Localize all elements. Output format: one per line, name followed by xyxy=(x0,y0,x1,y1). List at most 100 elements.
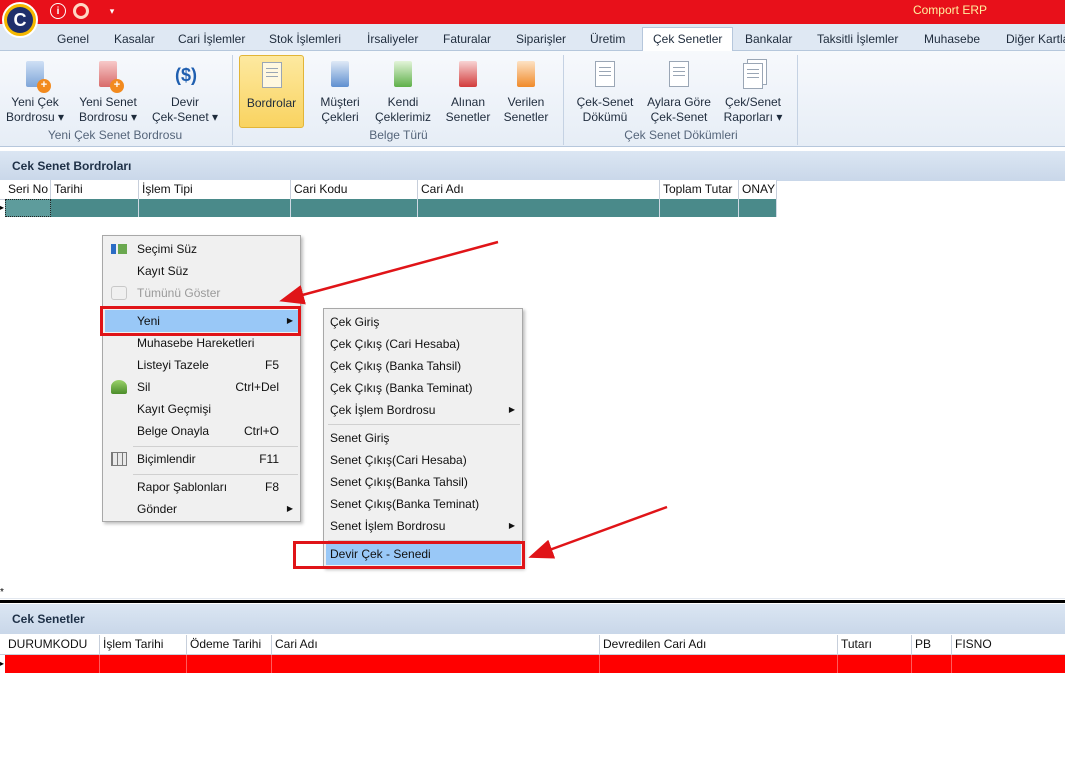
submenu-arrow-icon: ▶ xyxy=(508,405,515,414)
submenu-item-senet-cikis-cari-hesaba[interactable]: Senet Çıkış(Cari Hesaba) xyxy=(326,449,521,471)
app-logo-button[interactable]: C xyxy=(2,2,38,38)
tab-cek-senetler[interactable]: Çek Senetler xyxy=(642,27,734,52)
help-icon[interactable] xyxy=(73,3,89,19)
devir-cek-senet-button[interactable]: ($) Devir Çek-Senet ▾ xyxy=(150,55,220,125)
tab-genel[interactable]: Genel xyxy=(57,28,89,51)
table-cell[interactable] xyxy=(418,199,660,217)
yeni-senet-bordrosu-button[interactable]: + Yeni Senet Bordrosu ▾ xyxy=(76,55,140,125)
tab-taksitli-islemler[interactable]: Taksitli İşlemler xyxy=(817,28,898,51)
table-row[interactable] xyxy=(5,655,1065,673)
button-label: Kendi xyxy=(387,95,419,109)
menu-item-label: Biçimlendir xyxy=(137,452,196,466)
menu-item-kayit-suz[interactable]: Kayıt Süz xyxy=(105,260,299,282)
table-row[interactable] xyxy=(5,199,777,217)
table-cell[interactable] xyxy=(291,199,418,217)
submenu-item-senet-islem-bordrosu[interactable]: Senet İşlem Bordrosu ▶ xyxy=(326,515,521,537)
submenu-item-cek-cikis-cari-hesaba[interactable]: Çek Çıkış (Cari Hesaba) xyxy=(326,333,521,355)
tab-uretim[interactable]: Üretim xyxy=(590,28,625,51)
submenu-item-senet-giris[interactable]: Senet Giriş xyxy=(326,427,521,449)
table-cell[interactable] xyxy=(187,655,272,673)
yeni-cek-bordrosu-button[interactable]: + Yeni Çek Bordrosu ▾ xyxy=(4,55,66,125)
menu-item-label: Kayıt Süz xyxy=(137,264,189,278)
table-cell[interactable] xyxy=(139,199,291,217)
submenu-item-cek-cikis-banka-teminat[interactable]: Çek Çıkış (Banka Teminat) xyxy=(326,377,521,399)
menu-item-tumunu-goster[interactable]: Tümünü Göster xyxy=(105,282,299,304)
tab-faturalar[interactable]: Faturalar xyxy=(443,28,491,51)
button-label: Bordrosu ▾ xyxy=(78,110,138,124)
submenu-item-senet-cikis-banka-tahsil[interactable]: Senet Çıkış(Banka Tahsil) xyxy=(326,471,521,493)
column-header-devredilen-cari-adi[interactable]: Devredilen Cari Adı xyxy=(600,635,838,655)
tab-bankalar[interactable]: Bankalar xyxy=(745,28,792,51)
column-header-toplam-tutar[interactable]: Toplam Tutar xyxy=(660,180,739,200)
tab-cari-islemler[interactable]: Cari İşlemler xyxy=(178,28,245,51)
column-header-pb[interactable]: PB xyxy=(912,635,952,655)
menu-item-kayit-gecmisi[interactable]: Kayıt Geçmişi xyxy=(105,398,299,420)
table-cell[interactable] xyxy=(5,199,51,217)
column-header-fisno[interactable]: FISNO xyxy=(952,635,1065,655)
column-header-cari-adi[interactable]: Cari Adı xyxy=(272,635,600,655)
menu-item-gonder[interactable]: Gönder ▶ xyxy=(105,498,299,520)
monthly-report-icon xyxy=(665,59,693,91)
menu-item-listeyi-tazele[interactable]: Listeyi Tazele F5 xyxy=(105,354,299,376)
column-header-tarihi[interactable]: Tarihi xyxy=(51,180,139,200)
column-header-onay[interactable]: ONAY xyxy=(739,180,777,200)
table-cell[interactable] xyxy=(100,655,187,673)
alinan-senetler-button[interactable]: Alınan Senetler xyxy=(440,55,496,125)
button-label: Müşteri xyxy=(320,95,360,109)
splitter[interactable] xyxy=(0,600,1065,603)
column-header-islem-tipi[interactable]: İşlem Tipi xyxy=(139,180,291,200)
button-label: Çek/Senet xyxy=(724,95,782,109)
menu-item-bicimlendir[interactable]: Biçimlendir F11 xyxy=(105,448,299,470)
tab-irsaliyeler[interactable]: İrsaliyeler xyxy=(367,28,418,51)
column-header-tutari[interactable]: Tutarı xyxy=(838,635,912,655)
group-label: Çek Senet Dökümleri xyxy=(624,128,738,142)
column-header-cari-adi[interactable]: Cari Adı xyxy=(418,180,660,200)
menu-item-label: Sil xyxy=(137,380,151,394)
musteri-cekleri-button[interactable]: Müşteri Çekleri xyxy=(312,55,368,125)
table-cell[interactable] xyxy=(272,655,600,673)
submenu-item-cek-cikis-banka-tahsil[interactable]: Çek Çıkış (Banka Tahsil) xyxy=(326,355,521,377)
button-label: Çek-Senet xyxy=(576,95,634,109)
tab-siparisler[interactable]: Siparişler xyxy=(516,28,566,51)
new-note-icon: + xyxy=(94,59,124,93)
tab-diger-kartlar[interactable]: Diğer Kartla xyxy=(1006,28,1065,51)
quick-access-dropdown-icon[interactable]: ▾ xyxy=(104,3,120,19)
report-icon xyxy=(591,59,619,91)
tab-kasalar[interactable]: Kasalar xyxy=(114,28,155,51)
submenu-item-senet-cikis-banka-teminat[interactable]: Senet Çıkış(Banka Teminat) xyxy=(326,493,521,515)
table-cell[interactable] xyxy=(5,655,100,673)
table-cell[interactable] xyxy=(600,655,838,673)
delete-icon xyxy=(111,380,127,394)
table-cell[interactable] xyxy=(912,655,952,673)
table-cell[interactable] xyxy=(660,199,739,217)
button-label: Yeni Senet xyxy=(79,95,137,109)
column-header-cari-kodu[interactable]: Cari Kodu xyxy=(291,180,418,200)
tab-muhasebe[interactable]: Muhasebe xyxy=(924,28,980,51)
info-icon[interactable]: i xyxy=(50,3,66,19)
shortcut-label: Ctrl+Del xyxy=(235,380,279,394)
menu-item-rapor-sablonlari[interactable]: Rapor Şablonları F8 xyxy=(105,476,299,498)
bordrolar-button[interactable]: Bordrolar xyxy=(239,55,304,128)
shortcut-label: F11 xyxy=(259,452,279,466)
column-header-durumkodu[interactable]: DURUMKODU xyxy=(5,635,100,655)
column-header-odeme-tarihi[interactable]: Ödeme Tarihi xyxy=(187,635,272,655)
title-bar: i ▾ Comport ERP xyxy=(0,0,1065,24)
cek-senet-dokumu-button[interactable]: Çek-Senet Dökümü xyxy=(574,55,636,125)
kendi-ceklerimiz-button[interactable]: Kendi Çeklerimiz xyxy=(372,55,434,125)
cek-senet-raporlari-button[interactable]: Çek/Senet Raporları ▾ xyxy=(720,55,786,125)
verilen-senetler-button[interactable]: Verilen Senetler xyxy=(498,55,554,125)
menu-item-belge-onayla[interactable]: Belge Onayla Ctrl+O xyxy=(105,420,299,442)
tab-stok-islemleri[interactable]: Stok İşlemleri xyxy=(269,28,341,51)
menu-item-sil[interactable]: Sil Ctrl+Del xyxy=(105,376,299,398)
menu-separator xyxy=(133,474,298,475)
aylara-gore-cek-senet-button[interactable]: Aylara Göre Çek-Senet xyxy=(644,55,714,125)
filter-icon xyxy=(111,244,127,254)
table-cell[interactable] xyxy=(838,655,912,673)
column-header-seri-no[interactable]: Seri No xyxy=(5,180,51,200)
column-header-islem-tarihi[interactable]: İşlem Tarihi xyxy=(100,635,187,655)
submenu-item-cek-islem-bordrosu[interactable]: Çek İşlem Bordrosu ▶ xyxy=(326,399,521,421)
table-cell[interactable] xyxy=(51,199,139,217)
submenu-item-cek-giris[interactable]: Çek Giriş xyxy=(326,311,521,333)
table-cell[interactable] xyxy=(739,199,777,217)
menu-item-secimi-suz[interactable]: Seçimi Süz xyxy=(105,238,299,260)
